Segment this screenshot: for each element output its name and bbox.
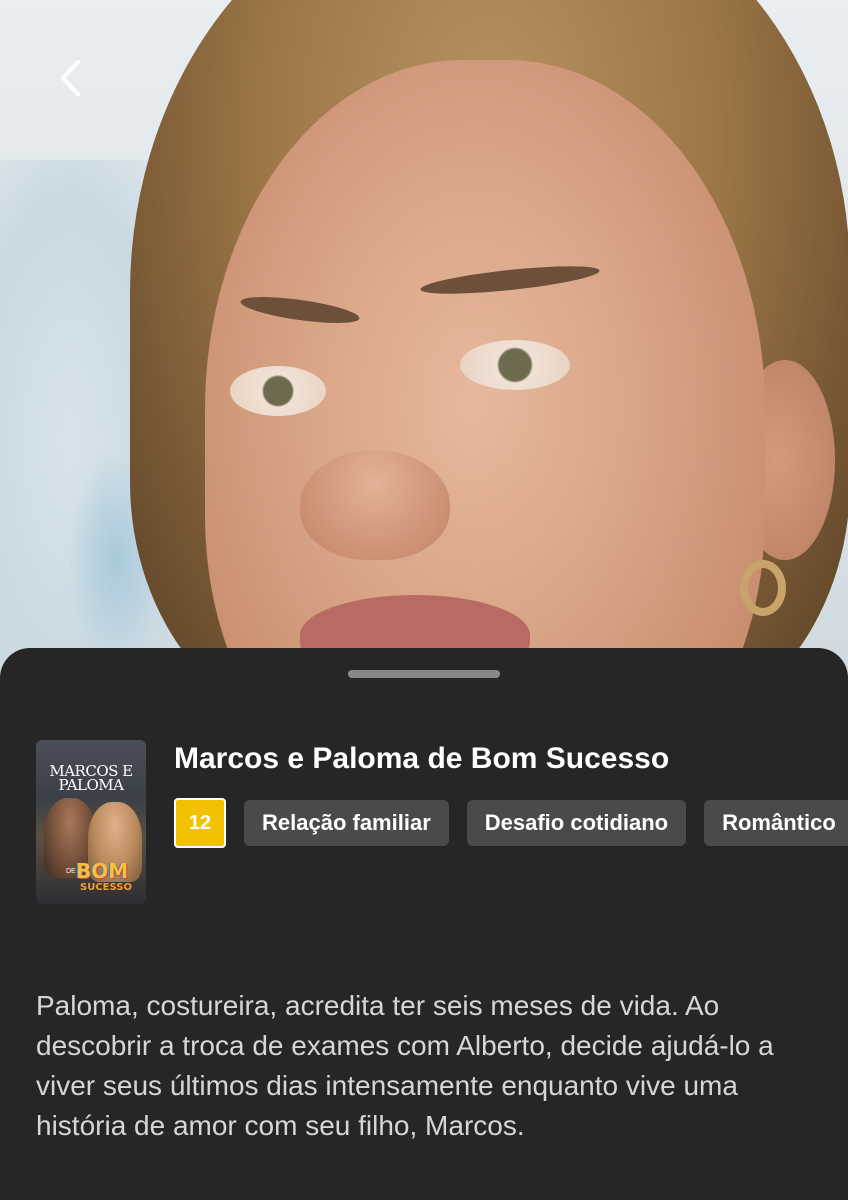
age-rating-badge: 12 <box>174 798 226 848</box>
tag-chip[interactable]: Desafio cotidiano <box>466 800 687 846</box>
screen: MARCOS E PALOMA DE BOM SUCESSO Marcos e … <box>0 0 848 1200</box>
hero-image <box>0 0 848 700</box>
poster-logo-prefix: DE <box>66 868 76 875</box>
tag-chip[interactable]: Romântico <box>704 800 848 846</box>
poster-logo: BOM <box>76 859 129 883</box>
poster-title: MARCOS E PALOMA <box>49 762 133 794</box>
sheet-grabber[interactable] <box>348 670 500 678</box>
show-poster: MARCOS E PALOMA DE BOM SUCESSO <box>36 740 146 904</box>
tag-chip[interactable]: Relação familiar <box>244 800 449 846</box>
tag-list: 12 Relação familiar Desafio cotidiano Ro… <box>174 798 848 848</box>
back-button[interactable] <box>46 50 94 106</box>
synopsis: Paloma, costureira, acredita ter seis me… <box>36 990 774 1141</box>
details-sheet: MARCOS E PALOMA DE BOM SUCESSO Marcos e … <box>0 648 848 1200</box>
show-title: Marcos e Paloma de Bom Sucesso <box>174 742 670 775</box>
chevron-left-icon <box>61 60 80 96</box>
poster-logo-sub: SUCESSO <box>80 882 132 893</box>
